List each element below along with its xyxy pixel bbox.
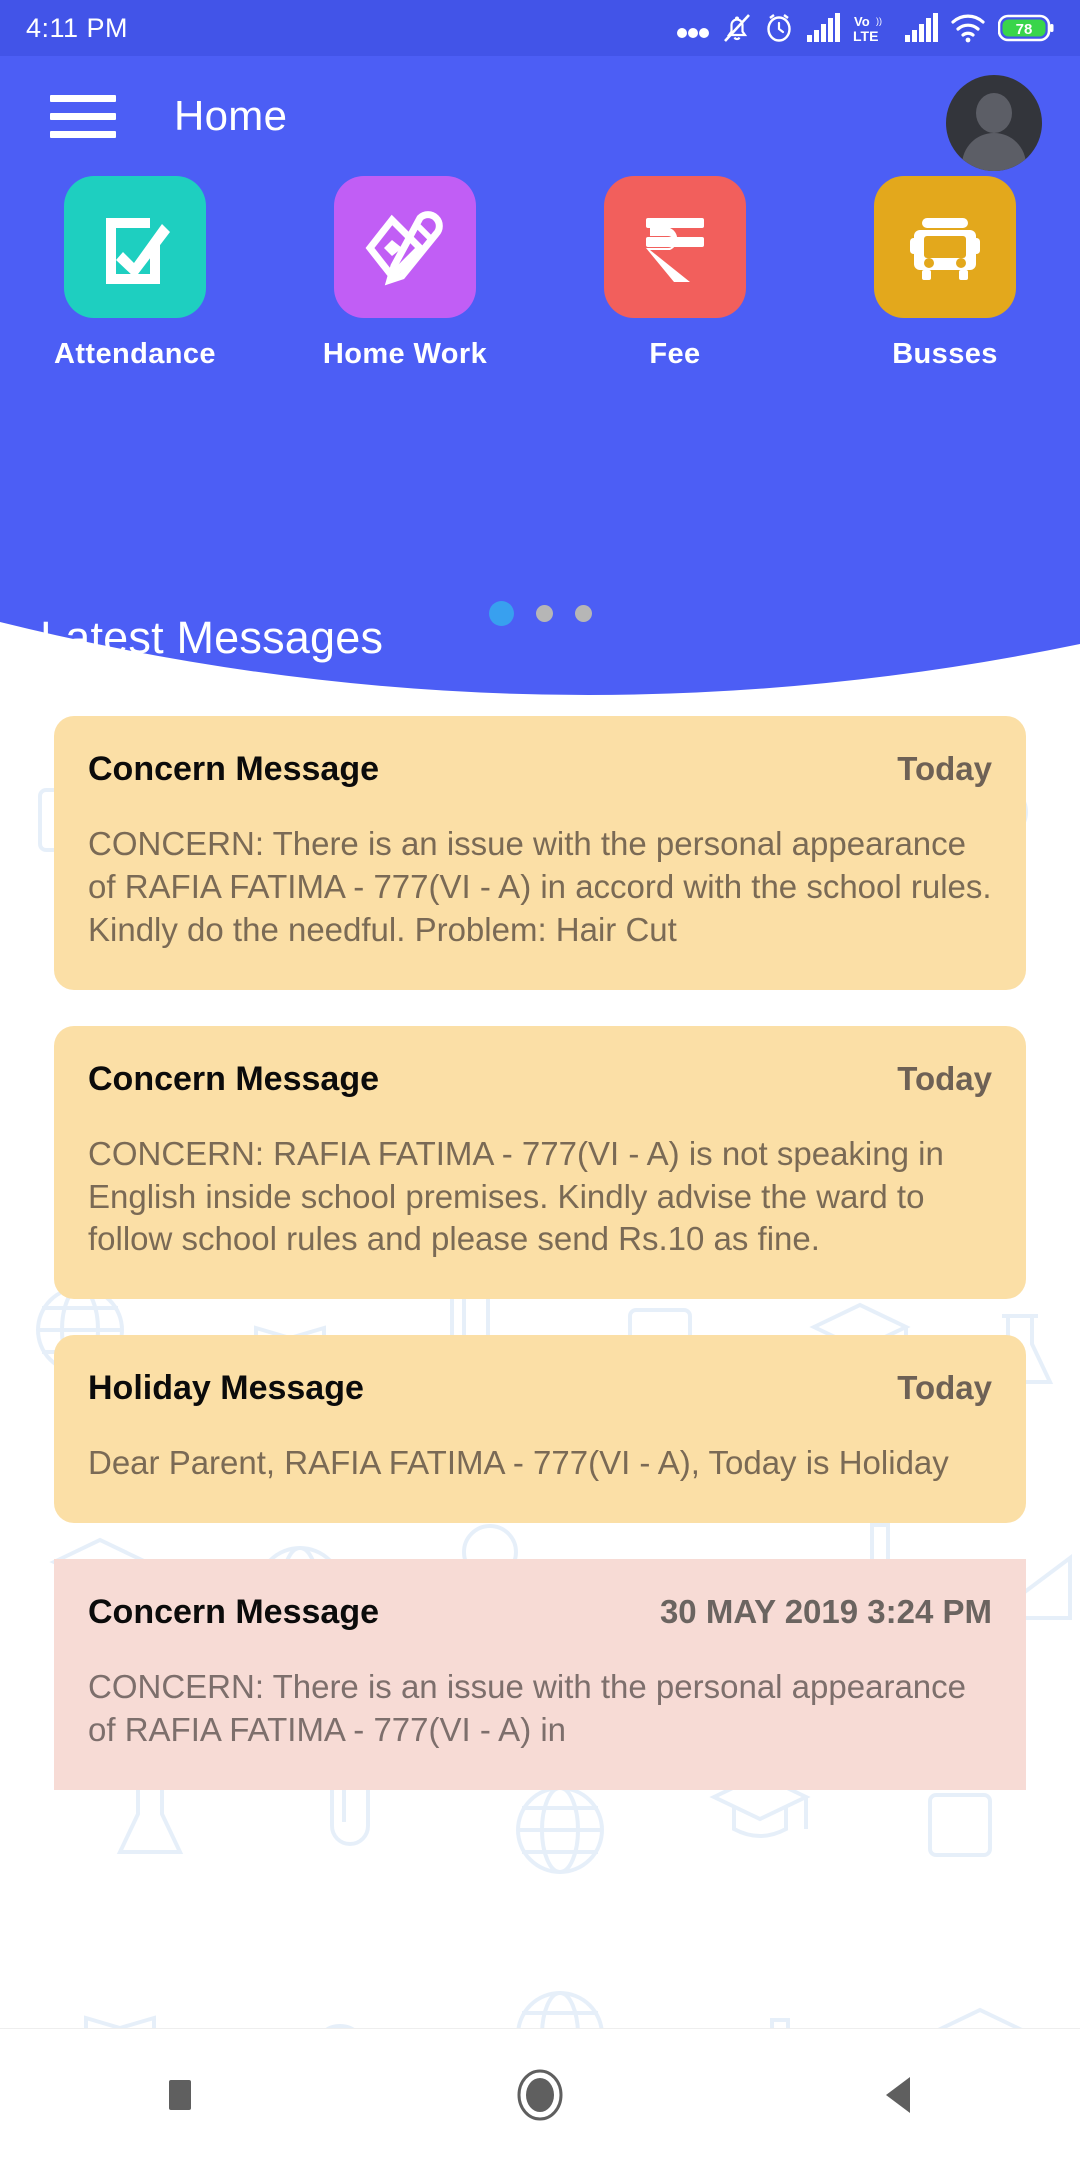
hamburger-menu-icon[interactable] [50,86,116,146]
more-dots-icon [677,28,709,38]
signal-bars-2-icon [905,13,938,42]
checklist-edit-icon [106,218,170,284]
message-body: CONCERN: RAFIA FATIMA - 777(VI - A) is n… [88,1134,944,1258]
volte-icon: Vo )) LTE [853,14,882,44]
homework-tile-icon [334,176,476,318]
page-title: Home [174,92,288,139]
message-title: Concern Message [88,750,379,788]
svg-text:Vo: Vo [854,14,870,29]
alarm-icon [767,14,791,42]
message-header: Concern Message 30 MAY 2019 3:24 PM [88,1593,992,1632]
quick-action-fee[interactable]: Fee [540,176,810,371]
message-header: Holiday Message Today [88,1369,992,1408]
pencil-book-icon [365,211,443,286]
message-title: Concern Message [88,1059,379,1098]
svg-text:LTE: LTE [853,28,878,44]
message-body: CONCERN: There is an issue with the pers… [88,1668,966,1749]
bus-icon [910,218,980,280]
message-body: CONCERN: There is an issue with the pers… [88,825,992,948]
status-bar-time: 4:11 PM [26,12,129,43]
message-card[interactable]: Concern Message Today CONCERN: RAFIA FAT… [54,1025,1026,1300]
status-bar: 4:11 PM Vo )) LTE 78 [0,0,1080,56]
status-bar-icons: Vo )) LTE 78 [676,12,1054,44]
app-bar: Home [0,56,1080,176]
quick-action-label: Fee [649,338,701,370]
message-date: Today [897,1059,992,1097]
messages-list[interactable]: Concern Message Today CONCERN: There is … [0,716,1080,2080]
fee-tile-icon [604,176,746,318]
circle-home-icon[interactable] [480,2050,600,2140]
message-date: Today [897,750,992,787]
user-avatar-icon[interactable] [946,75,1042,171]
message-card[interactable]: Concern Message 30 MAY 2019 3:24 PM CONC… [54,1559,1026,1791]
message-title: Concern Message [88,1593,379,1632]
quick-action-label: Attendance [54,338,216,370]
pager-dot-2[interactable] [535,605,553,622]
quick-action-label: Busses [892,338,998,370]
quick-actions-row: Attendance Home Work Fee Busses [0,176,1080,371]
battery-percent-label: 78 [1016,21,1033,38]
message-card[interactable]: Concern Message Today CONCERN: There is … [54,716,1026,990]
wifi-icon [951,14,985,43]
message-header: Concern Message Today [88,1060,992,1099]
bell-muted-icon [724,14,750,42]
message-title: Holiday Message [88,1369,364,1408]
pager-dot-3[interactable] [574,605,592,622]
message-header: Concern Message Today [88,750,992,789]
message-date: Today [897,1369,992,1407]
avatar-head [976,93,1012,133]
busses-tile-icon [874,176,1016,318]
triangle-back-icon[interactable] [840,2050,960,2140]
battery-icon: 78 [998,14,1054,42]
message-body: Dear Parent, RAFIA FATIMA - 777(VI - A),… [88,1444,949,1482]
attendance-tile-icon [64,176,206,318]
android-navigation-bar [0,2028,1080,2160]
latest-messages-heading: Latest Messages [40,612,384,663]
svg-text:)): )) [876,16,882,26]
pager-dot-1[interactable] [488,601,514,626]
quick-action-homework[interactable]: Home Work [270,176,540,371]
quick-action-label: Home Work [322,338,488,370]
quick-action-busses[interactable]: Busses [810,176,1080,371]
avatar-body [962,133,1026,171]
message-card[interactable]: Holiday Message Today Dear Parent, RAFIA… [54,1335,1026,1524]
signal-bars-icon [807,13,840,42]
quick-action-attendance[interactable]: Attendance [0,176,270,371]
message-date: 30 MAY 2019 3:24 PM [659,1593,992,1631]
square-recents-icon[interactable] [120,2050,240,2140]
rupee-icon [646,218,704,282]
